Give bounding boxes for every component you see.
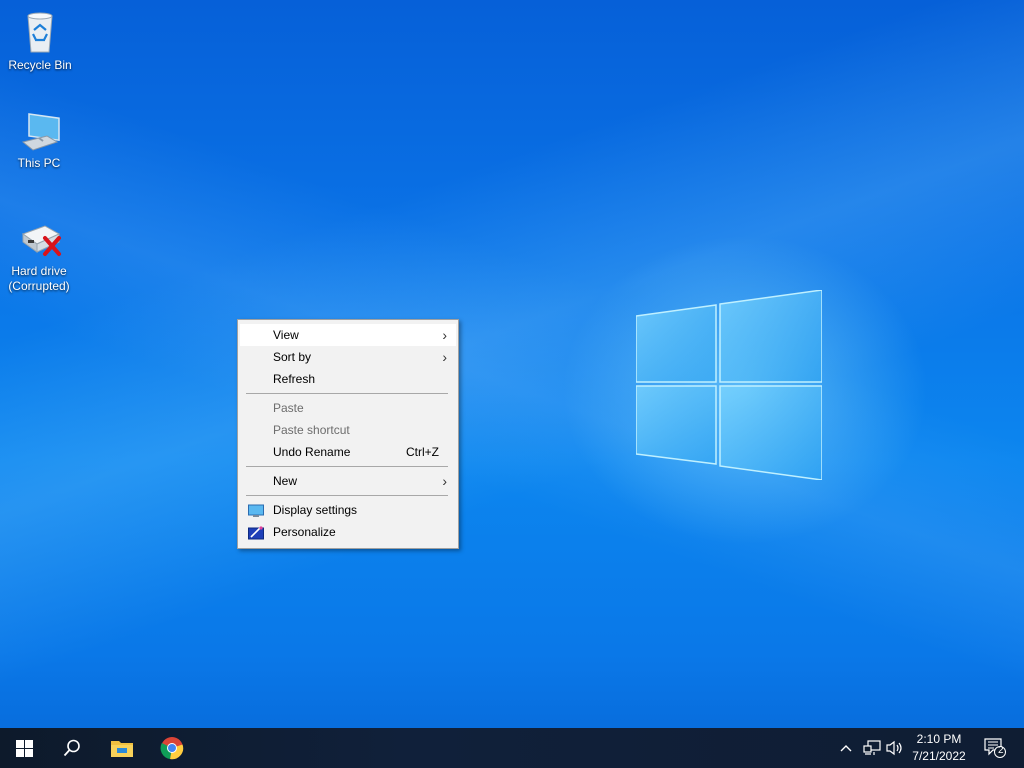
file-explorer-button[interactable] bbox=[98, 728, 146, 768]
menu-item-personalize[interactable]: Personalize bbox=[240, 521, 456, 543]
menu-item-view[interactable]: View › bbox=[240, 324, 456, 346]
menu-item-undo-rename[interactable]: Undo Rename Ctrl+Z bbox=[240, 441, 456, 463]
menu-separator bbox=[246, 466, 448, 467]
start-icon bbox=[15, 739, 33, 757]
menu-item-shortcut: Ctrl+Z bbox=[406, 445, 439, 459]
menu-item-label: Paste bbox=[273, 401, 304, 415]
menu-item-label: Refresh bbox=[273, 372, 316, 386]
menu-item-label: Sort by bbox=[273, 350, 312, 364]
menu-item-label: Paste shortcut bbox=[273, 423, 350, 437]
menu-item-paste-shortcut[interactable]: Paste shortcut bbox=[240, 419, 456, 441]
desktop-icon-hard-drive[interactable]: Hard drive (Corrupted) bbox=[2, 214, 76, 294]
menu-item-refresh[interactable]: Refresh bbox=[240, 368, 456, 390]
computer-icon bbox=[15, 106, 63, 154]
display-settings-icon bbox=[248, 503, 264, 517]
chrome-button[interactable] bbox=[148, 728, 196, 768]
menu-item-new[interactable]: New › bbox=[240, 470, 456, 492]
network-button[interactable] bbox=[860, 728, 884, 768]
menu-item-label: New bbox=[273, 474, 298, 488]
desktop-icon-label: This PC bbox=[17, 156, 61, 170]
desktop-context-menu: View › Sort by › Refresh Paste Paste sho… bbox=[237, 319, 459, 549]
wallpaper-light-beam bbox=[0, 0, 1024, 728]
chevron-right-icon: › bbox=[442, 327, 447, 343]
file-explorer-icon bbox=[111, 741, 133, 757]
chevron-right-icon: › bbox=[442, 473, 447, 489]
menu-item-paste[interactable]: Paste bbox=[240, 397, 456, 419]
recycle-bin-icon bbox=[16, 8, 64, 56]
desktop-icon-recycle-bin[interactable]: Recycle Bin bbox=[3, 8, 77, 73]
menu-item-label: Undo Rename bbox=[273, 445, 351, 459]
volume-icon bbox=[886, 740, 902, 756]
chrome-icon bbox=[160, 737, 184, 760]
notification-count-badge: 2 bbox=[998, 745, 1004, 756]
personalize-icon bbox=[248, 525, 264, 540]
desktop-icon-this-pc[interactable]: This PC bbox=[2, 106, 76, 171]
search-button[interactable] bbox=[48, 728, 96, 768]
clock[interactable]: 2:10 PM 7/21/2022 bbox=[904, 731, 974, 765]
menu-item-sort-by[interactable]: Sort by › bbox=[240, 346, 456, 368]
clock-date: 7/21/2022 bbox=[912, 749, 966, 763]
chevron-up-icon bbox=[840, 745, 852, 752]
desktop-icon-label: Hard drive (Corrupted) bbox=[8, 264, 70, 293]
menu-item-label: View bbox=[273, 328, 299, 342]
menu-item-label: Personalize bbox=[273, 525, 336, 539]
hard-drive-error-icon bbox=[15, 214, 63, 262]
windows-wallpaper-logo bbox=[636, 290, 822, 480]
desktop-icon-label: Recycle Bin bbox=[8, 58, 72, 72]
action-center-button[interactable]: 2 bbox=[978, 728, 1012, 768]
volume-button[interactable] bbox=[884, 728, 906, 768]
menu-separator bbox=[246, 393, 448, 394]
clock-time: 2:10 PM bbox=[916, 732, 962, 746]
chevron-right-icon: › bbox=[442, 349, 447, 365]
search-icon bbox=[63, 739, 80, 757]
taskbar: 2:10 PM 7/21/2022 2 bbox=[0, 728, 1024, 768]
menu-item-display-settings[interactable]: Display settings bbox=[240, 499, 456, 521]
start-button[interactable] bbox=[0, 728, 48, 768]
menu-item-label: Display settings bbox=[273, 503, 358, 517]
show-hidden-icons-button[interactable] bbox=[836, 728, 856, 768]
network-icon bbox=[863, 740, 881, 755]
menu-separator bbox=[246, 495, 448, 496]
